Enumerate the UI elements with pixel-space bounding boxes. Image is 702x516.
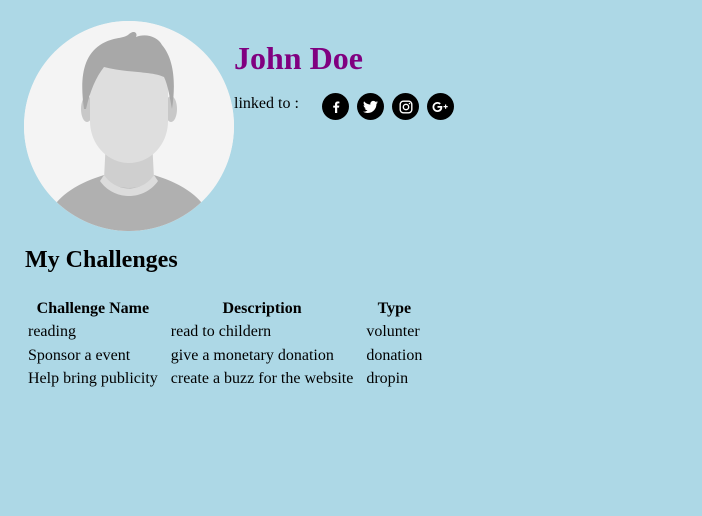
challenge-description-cell: create a buzz for the website (170, 370, 354, 387)
challenge-description-cell: give a monetary donation (170, 346, 334, 364)
challenge-type-cell: donation (366, 346, 423, 364)
column-header-description: Description (222, 300, 302, 317)
linked-to-label: linked to : (234, 95, 299, 112)
table-row: Help bring publicity create a buzz for t… (27, 368, 423, 390)
facebook-icon (332, 101, 339, 113)
table-row: reading read to childern volunter (27, 321, 423, 343)
challenge-type-cell: volunter (366, 323, 420, 340)
facebook-link[interactable] (322, 93, 349, 120)
challenge-name-cell: Sponsor a event (28, 346, 131, 364)
user-avatar-placeholder-icon (24, 21, 234, 231)
google-plus-link[interactable] (427, 93, 454, 120)
challenge-name-cell: Help bring publicity (28, 370, 158, 387)
profile-name: John Doe (234, 40, 363, 76)
twitter-link[interactable] (357, 93, 384, 120)
instagram-icon (399, 100, 413, 114)
challenge-name-cell: reading (28, 323, 76, 340)
challenges-table: Challenge Name Description Type reading … (25, 296, 425, 392)
column-header-challenge-name: Challenge Name (36, 300, 150, 317)
instagram-link[interactable] (392, 93, 419, 120)
social-links (322, 93, 454, 120)
table-row: Sponsor a event give a monetary donation… (27, 345, 423, 367)
challenge-description-cell: read to childern (170, 323, 272, 340)
challenge-type-cell: dropin (366, 370, 409, 387)
profile-avatar (24, 21, 234, 231)
table-header-row: Challenge Name Description Type (27, 298, 423, 319)
twitter-icon (363, 100, 378, 113)
google-plus-icon (432, 101, 448, 112)
challenges-title: My Challenges (25, 247, 178, 273)
column-header-type: Type (377, 300, 412, 317)
